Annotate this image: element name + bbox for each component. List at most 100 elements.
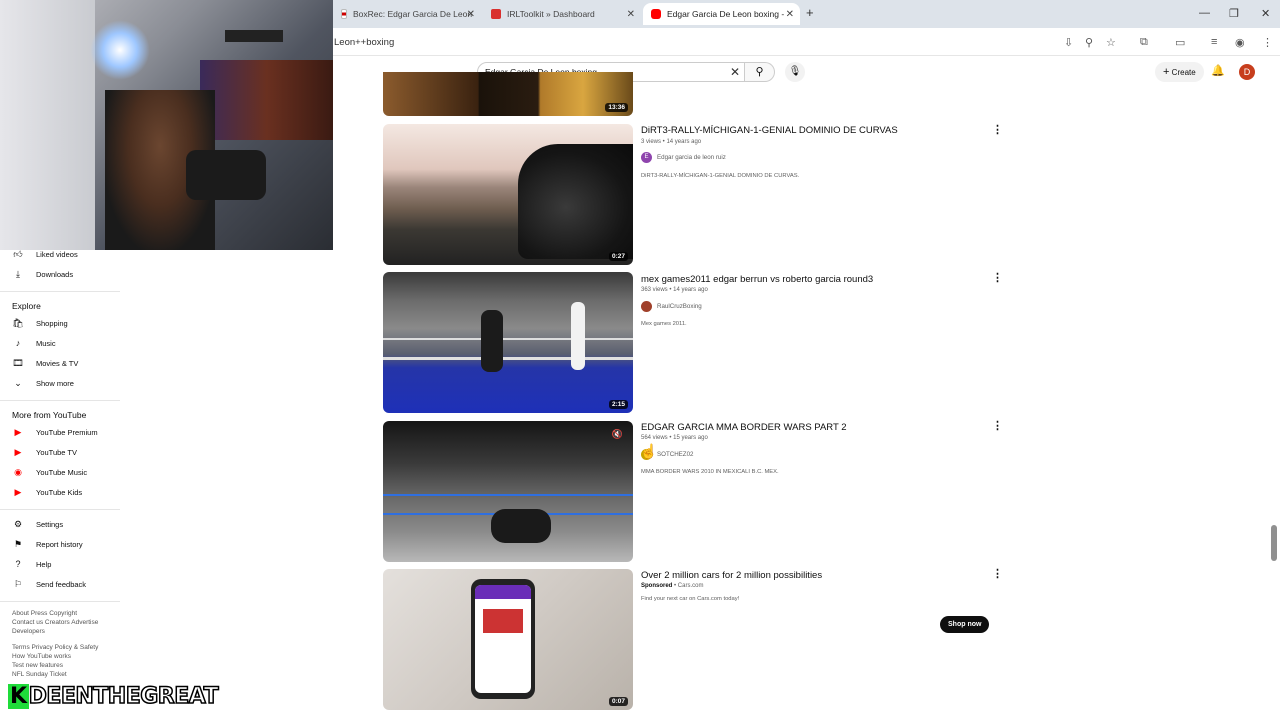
minimize-icon[interactable]: — xyxy=(1199,7,1210,19)
sidebar-item-show-more[interactable]: ⌄ Show more xyxy=(12,376,74,390)
sidebar-item-youtube-music[interactable]: ◉ YouTube Music xyxy=(12,465,87,479)
youtube-premium-icon: ▶ xyxy=(14,426,22,437)
feedback-icon: ⚐ xyxy=(13,578,23,589)
notifications-bell-icon[interactable]: 🔔 xyxy=(1211,64,1225,77)
sidebar-item-premium[interactable]: ▶ YouTube Premium xyxy=(12,425,98,439)
search-button[interactable]: ⚲ xyxy=(745,62,775,82)
voice-search-button[interactable]: 🎙 xyxy=(785,62,805,82)
webcam-shelf xyxy=(200,60,333,140)
sidebar-item-music[interactable]: ♪ Music xyxy=(12,336,56,350)
sidebar-item-label: Liked videos xyxy=(36,249,78,259)
sidebar-item-settings[interactable]: ⚙ Settings xyxy=(12,517,63,531)
webcam-wall xyxy=(0,0,95,250)
youtube-tv-icon: ▶ xyxy=(14,446,22,457)
sidebar-item-downloads[interactable]: ⤓ Downloads xyxy=(12,267,73,281)
footer-links[interactable]: About Press Copyright Contact us Creator… xyxy=(12,609,112,636)
video-title[interactable]: DiRT3-RALLY-MÍCHIGAN-1-GENIAL DOMINIO DE… xyxy=(641,125,898,136)
search-icon: ⚲ xyxy=(755,66,764,78)
sidebar-item-label: Music xyxy=(36,338,56,348)
extensions-icon[interactable]: ⧉ xyxy=(1140,36,1148,49)
webcam-microphone xyxy=(186,150,266,200)
video-duration: 2:15 xyxy=(608,400,628,409)
bookmark-star-icon[interactable]: ☆ xyxy=(1106,36,1116,49)
sidebar-item-label: Shopping xyxy=(36,318,68,328)
sidebar-item-label: YouTube Music xyxy=(36,467,88,477)
channel-link[interactable]: RaulCruzBoxing xyxy=(641,301,702,312)
video-thumbnail[interactable]: 2:15 xyxy=(383,272,633,413)
create-button[interactable]: + Create xyxy=(1155,62,1204,82)
sidebar-item-label: Help xyxy=(36,559,52,569)
explore-heading: Explore xyxy=(12,301,41,311)
ring-rope xyxy=(383,338,633,340)
video-thumbnail[interactable]: 0:27 xyxy=(383,124,633,265)
channel-avatar xyxy=(641,301,652,312)
sponsored-label: Sponsored • Cars.com xyxy=(641,583,703,589)
zoom-icon[interactable]: ⚲ xyxy=(1085,36,1093,49)
more-options-icon[interactable]: ⋮ xyxy=(992,567,1003,580)
sidebar-item-label: Downloads xyxy=(36,269,74,279)
close-icon[interactable]: ✕ xyxy=(467,9,475,20)
watermark-k: K xyxy=(8,684,29,709)
phone-image xyxy=(471,579,535,699)
window-close-icon[interactable]: ✕ xyxy=(1261,7,1270,20)
youtube-favicon-icon xyxy=(651,9,661,19)
footer-links[interactable]: Terms Privacy Policy & Safety How YouTub… xyxy=(12,643,112,679)
channel-name: SOTCHEZ02 xyxy=(657,451,694,458)
sidebar-item-youtube-tv[interactable]: ▶ YouTube TV xyxy=(12,445,77,459)
sidebar-item-report-history[interactable]: ⚑ Report history xyxy=(12,537,83,551)
sidebar-item-send-feedback[interactable]: ⚐ Send feedback xyxy=(12,577,86,591)
sidebar-item-label: Send feedback xyxy=(36,579,87,589)
video-title[interactable]: EDGAR GARCIA MMA BORDER WARS PART 2 xyxy=(641,422,847,433)
sidebar-item-label: Movies & TV xyxy=(36,358,79,368)
channel-link[interactable]: E Edgar garcia de leon ruiz xyxy=(641,152,726,163)
video-thumbnail[interactable]: 13:36 xyxy=(383,72,633,116)
video-title[interactable]: mex games2011 edgar berrun vs roberto ga… xyxy=(641,274,873,285)
new-tab-icon[interactable]: + xyxy=(806,5,814,20)
divider xyxy=(0,400,120,401)
profile-icon[interactable]: ◉ xyxy=(1235,36,1245,49)
divider xyxy=(0,291,120,292)
tab-boxrec[interactable]: BoxRec: Edgar Garcia De Leon ✕ xyxy=(333,3,481,25)
more-options-icon[interactable]: ⋮ xyxy=(992,271,1003,284)
url-text[interactable]: Leon++boxing xyxy=(334,37,394,48)
webcam-overlay xyxy=(0,0,333,250)
page-scrollbar-thumb[interactable] xyxy=(1271,525,1277,561)
sidebar-item-label: YouTube Premium xyxy=(36,427,98,437)
sidebar-item-help[interactable]: ? Help xyxy=(12,557,51,571)
ring-rope xyxy=(383,494,633,496)
youtube-kids-icon: ▶ xyxy=(14,486,22,497)
clear-search-icon[interactable]: ✕ xyxy=(730,65,740,79)
mute-icon[interactable]: 🔇 xyxy=(612,429,623,440)
menu-icon[interactable]: ⋮ xyxy=(1262,36,1273,49)
media-icon[interactable]: ≡ xyxy=(1211,36,1217,48)
watermark-text: DEENTHEGREAT xyxy=(28,683,220,710)
sponsored-text: Sponsored xyxy=(641,583,673,589)
divider xyxy=(0,509,120,510)
maximize-icon[interactable]: ❐ xyxy=(1229,7,1239,20)
ad-title[interactable]: Over 2 million cars for 2 million possib… xyxy=(641,570,822,581)
cast-icon[interactable]: ▭ xyxy=(1175,36,1185,49)
gear-icon: ⚙ xyxy=(13,518,23,529)
ad-thumbnail[interactable]: 0:07 xyxy=(383,569,633,710)
video-duration: 0:07 xyxy=(608,697,628,706)
more-options-icon[interactable]: ⋮ xyxy=(992,123,1003,136)
chevron-down-icon: ⌄ xyxy=(14,377,22,388)
install-icon[interactable]: ⇩ xyxy=(1064,36,1073,49)
ad-description: Find your next car on Cars.com today! xyxy=(641,596,740,602)
video-thumbnail[interactable]: 🔇 xyxy=(383,421,633,562)
tab-youtube[interactable]: Edgar Garcia De Leon boxing - ✕ xyxy=(643,3,800,25)
create-label: Create xyxy=(1171,68,1196,77)
more-options-icon[interactable]: ⋮ xyxy=(992,419,1003,432)
video-meta: 564 views • 15 years ago xyxy=(641,435,708,441)
shop-now-button[interactable]: Shop now xyxy=(940,616,990,633)
video-description: Mex games 2011. xyxy=(641,321,687,327)
close-icon[interactable]: ✕ xyxy=(786,9,794,20)
sidebar-item-youtube-kids[interactable]: ▶ YouTube Kids xyxy=(12,485,83,499)
channel-name: Edgar garcia de leon ruiz xyxy=(657,154,726,161)
sidebar-item-movies[interactable]: 🎞︎ Movies & TV xyxy=(12,356,78,370)
sidebar-item-shopping[interactable]: 🛍︎ Shopping xyxy=(12,316,68,330)
advertiser-name[interactable]: Cars.com xyxy=(678,583,704,589)
avatar[interactable]: D xyxy=(1239,64,1255,80)
tab-irltoolkit[interactable]: IRLToolkit » Dashboard ✕ xyxy=(483,3,641,25)
close-icon[interactable]: ✕ xyxy=(627,9,635,20)
